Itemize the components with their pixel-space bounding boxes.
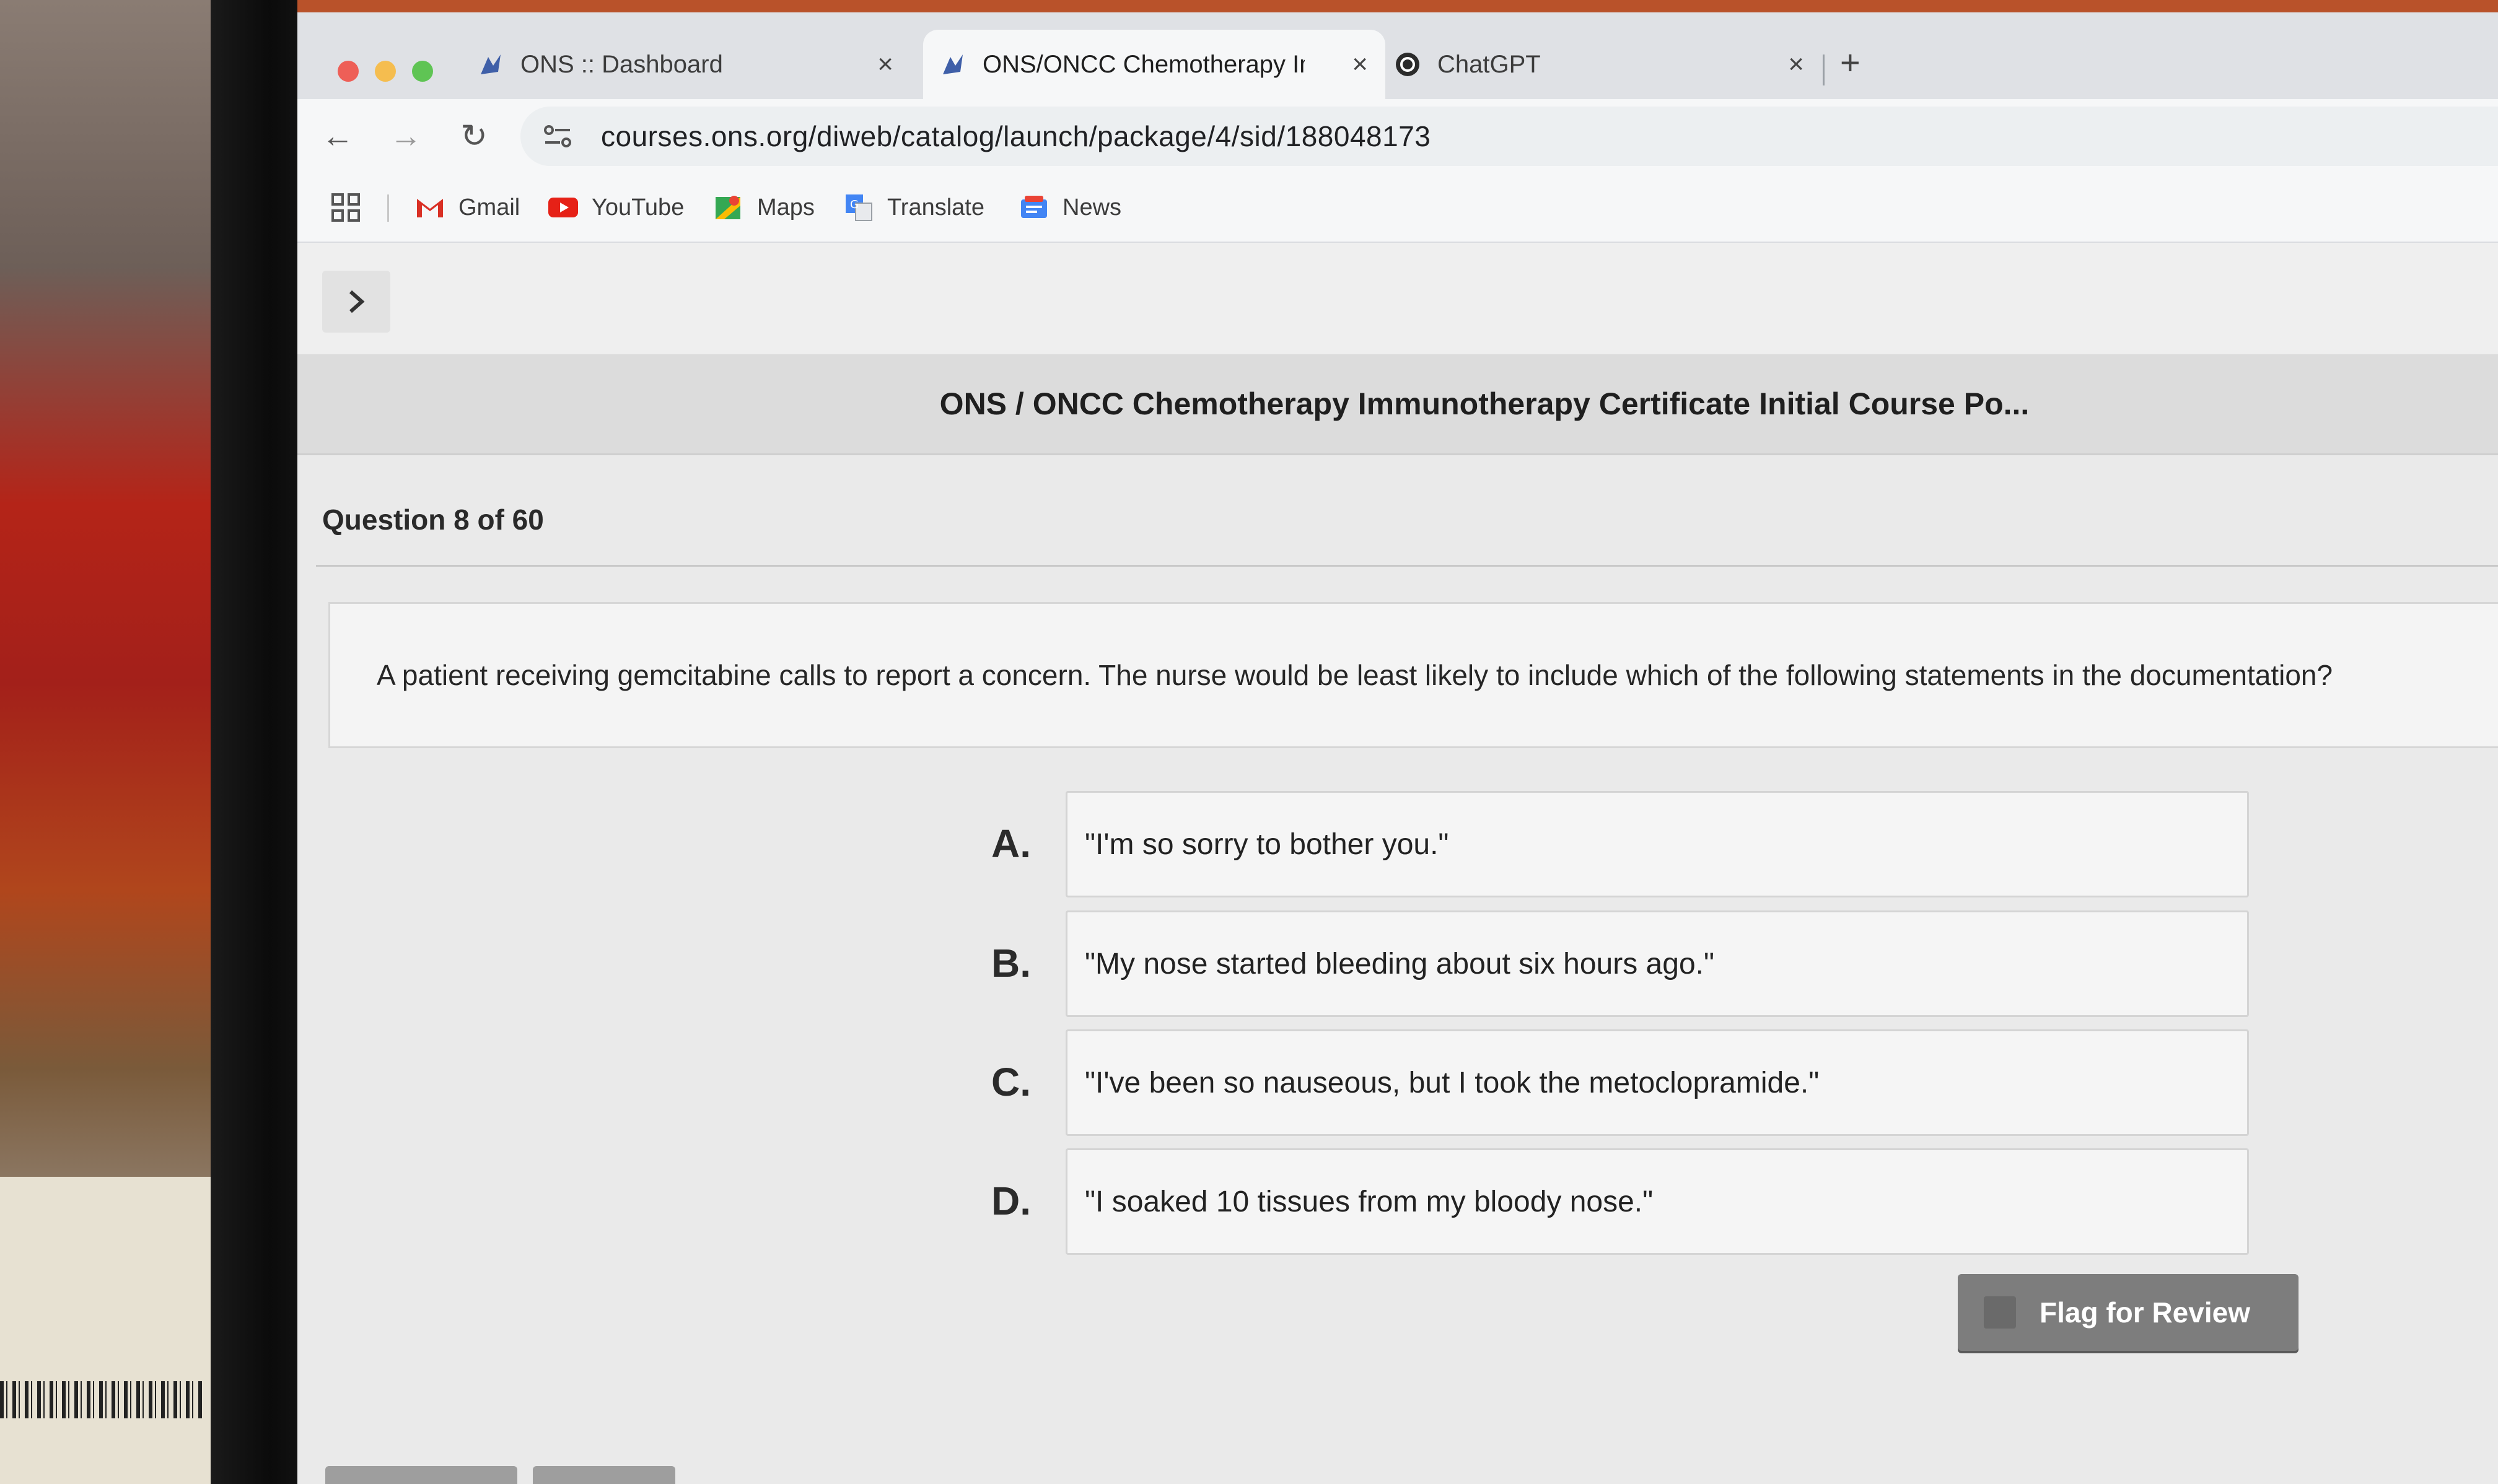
answer-option-c[interactable]: C. "I've been so nauseous, but I took th… [991,1029,2249,1136]
close-window-button[interactable] [338,61,359,82]
minimize-window-button[interactable] [375,61,396,82]
chatgpt-favicon-icon [1394,51,1421,78]
flag-checkbox[interactable] [1984,1296,2016,1329]
answer-option-d[interactable]: D. "I soaked 10 tissues from my bloody n… [991,1148,2249,1255]
option-box[interactable]: "My nose started bleeding about six hour… [1066,910,2249,1017]
option-letter: B. [991,941,1031,985]
question-stem: A patient receiving gemcitabine calls to… [328,602,2498,748]
flag-label: Flag for Review [2040,1296,2250,1329]
course-title: ONS / ONCC Chemotherapy Immunotherapy Ce… [939,386,2030,421]
bottom-nav-tab[interactable] [533,1466,675,1484]
youtube-icon [548,193,578,222]
maps-icon [714,193,743,222]
news-icon [1019,193,1049,222]
chevron-right-icon [349,290,365,313]
course-player: ONS / ONCC Chemotherapy Immunotherapy Ce… [297,243,2498,1484]
option-box[interactable]: "I've been so nauseous, but I took the m… [1066,1029,2249,1136]
tab-ons-chemotherapy[interactable]: ONS/ONCC Chemotherapy Im × [923,30,1385,99]
option-text: "I've been so nauseous, but I took the m… [1085,1066,1820,1099]
translate-icon: G [844,193,874,222]
bookmark-youtube[interactable]: YouTube [548,187,684,228]
forward-arrow-icon[interactable]: → [387,118,424,155]
tab-ons-dashboard[interactable]: ONS :: Dashboard × [477,30,911,99]
tab-chatgpt[interactable]: ChatGPT × [1394,30,1821,99]
ons-favicon-icon [939,51,966,78]
option-text: "I'm so sorry to bother you." [1085,827,1449,861]
tab-title: ONS/ONCC Chemotherapy Im [983,50,1305,78]
url-text: courses.ons.org/diweb/catalog/launch/pac… [601,120,1431,152]
option-letter: D. [991,1179,1031,1223]
expand-sidebar-button[interactable] [322,271,390,333]
bookmark-maps[interactable]: Maps [714,187,815,228]
option-box[interactable]: "I soaked 10 tissues from my bloody nose… [1066,1148,2249,1255]
bookmark-label: YouTube [592,194,685,220]
system-menubar [297,0,2498,12]
flag-for-review-button[interactable]: Flag for Review [1958,1274,2299,1351]
close-tab-icon[interactable]: × [1788,49,1804,80]
ons-favicon-icon [477,51,504,78]
tab-title: ONS :: Dashboard [520,50,723,78]
option-letter: A. [991,821,1031,866]
answer-option-b[interactable]: B. "My nose started bleeding about six h… [991,910,2249,1017]
address-bar[interactable]: courses.ons.org/diweb/catalog/launch/pac… [520,107,2498,166]
option-text: "I soaked 10 tissues from my bloody nose… [1085,1185,1654,1218]
bookmark-label: News [1063,194,1122,220]
option-letter: C. [991,1060,1031,1104]
answer-option-a[interactable]: A. "I'm so sorry to bother you." [991,791,2249,897]
bookmark-translate[interactable]: G Translate [844,187,984,228]
player-topbar [297,243,2498,354]
fullscreen-window-button[interactable] [412,61,433,82]
close-tab-icon[interactable]: × [1352,49,1368,80]
tab-title: ChatGPT [1437,50,1541,78]
question-text: A patient receiving gemcitabine calls to… [377,659,2333,691]
receipt-paper [0,1177,211,1484]
divider [316,565,2498,567]
option-box[interactable]: "I'm so sorry to bother you." [1066,791,2249,897]
close-tab-icon[interactable]: × [877,49,893,80]
apps-grid-icon[interactable] [331,187,360,228]
receipt-barcode [0,1381,204,1418]
bookmark-label: Maps [757,194,815,220]
back-arrow-icon[interactable]: ← [319,118,356,155]
tab-divider [1823,55,1825,85]
browser-window: ONS :: Dashboard × ONS/ONCC Chemotherapy… [297,0,2498,1484]
site-settings-icon[interactable] [539,118,576,155]
bookmark-gmail[interactable]: Gmail [415,187,520,228]
course-title-bar: ONS / ONCC Chemotherapy Immunotherapy Ce… [297,354,2498,455]
bookmark-label: Translate [887,194,984,220]
option-text: "My nose started bleeding about six hour… [1085,947,1715,980]
bookmark-news[interactable]: News [1019,187,1121,228]
laptop-bezel [211,0,310,1484]
bookmarks-bar: Gmail YouTube Maps G Translate News [297,173,2498,243]
browser-toolbar: ← → ↻ courses.ons.org/diweb/catalog/laun… [297,99,2498,173]
new-tab-icon[interactable]: + [1840,42,1860,82]
bottom-nav-tab[interactable] [325,1466,517,1484]
tab-strip: ONS :: Dashboard × ONS/ONCC Chemotherapy… [297,12,2498,99]
bookmark-separator [387,194,389,222]
svg-text:G: G [850,198,859,211]
question-counter: Question 8 of 60 [322,504,544,536]
bookmark-label: Gmail [458,194,520,220]
gmail-icon [415,193,445,222]
reload-icon[interactable]: ↻ [455,118,493,155]
